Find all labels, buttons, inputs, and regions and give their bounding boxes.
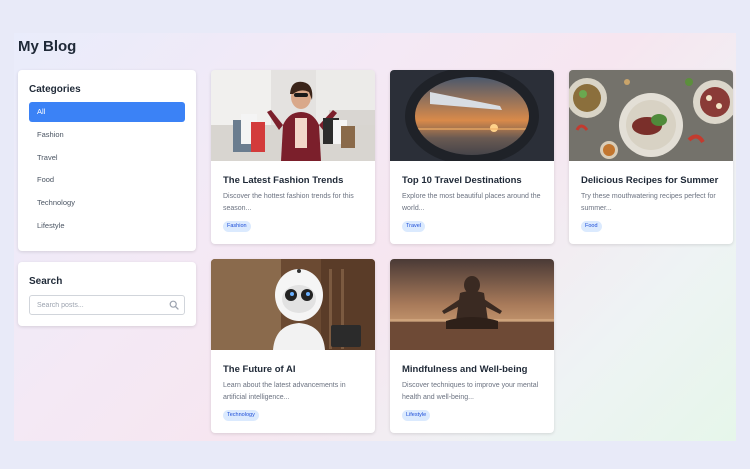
post-title[interactable]: The Latest Fashion Trends: [223, 175, 343, 186]
post-card[interactable]: Top 10 Travel Destinations Explore the m…: [390, 70, 554, 244]
category-item-technology[interactable]: Technology: [29, 193, 185, 213]
post-image[interactable]: [569, 70, 733, 161]
post-card[interactable]: The Future of AI Learn about the latest …: [211, 259, 375, 433]
post-description: Try these mouthwatering recipes perfect …: [581, 193, 716, 212]
category-item-food[interactable]: Food: [29, 170, 185, 190]
post-description: Explore the most beautiful places around…: [402, 193, 541, 212]
post-image[interactable]: [211, 259, 375, 350]
post-title[interactable]: Mindfulness and Well-being: [402, 364, 527, 375]
post-image[interactable]: [390, 259, 554, 350]
post-tag[interactable]: Travel: [402, 221, 426, 232]
post-tag[interactable]: Technology: [223, 410, 259, 421]
search-panel: Search: [18, 262, 196, 326]
post-description: Discover techniques to improve your ment…: [402, 382, 539, 401]
search-title: Search: [29, 276, 63, 287]
post-description: Learn about the latest advancements in a…: [223, 382, 346, 401]
search-input[interactable]: [30, 296, 168, 314]
search-icon[interactable]: [169, 300, 179, 310]
post-title[interactable]: The Future of AI: [223, 364, 295, 375]
search-box: [29, 295, 185, 315]
category-list: All Fashion Travel Food Technology Lifes…: [29, 102, 185, 239]
post-tag[interactable]: Fashion: [223, 221, 251, 232]
post-title[interactable]: Delicious Recipes for Summer: [581, 175, 718, 186]
post-title[interactable]: Top 10 Travel Destinations: [402, 175, 522, 186]
post-image[interactable]: [211, 70, 375, 161]
page-title: My Blog: [18, 38, 77, 55]
post-description: Discover the hottest fashion trends for …: [223, 193, 354, 212]
post-image[interactable]: [390, 70, 554, 161]
categories-title: Categories: [29, 84, 81, 95]
category-item-travel[interactable]: Travel: [29, 148, 185, 168]
categories-panel: Categories All Fashion Travel Food Techn…: [18, 70, 196, 251]
post-tag[interactable]: Food: [581, 221, 602, 232]
post-card[interactable]: Mindfulness and Well-being Discover tech…: [390, 259, 554, 433]
post-card[interactable]: Delicious Recipes for Summer Try these m…: [569, 70, 733, 244]
post-tag[interactable]: Lifestyle: [402, 410, 431, 421]
post-card[interactable]: The Latest Fashion Trends Discover the h…: [211, 70, 375, 244]
category-item-all[interactable]: All: [29, 102, 185, 122]
category-item-lifestyle[interactable]: Lifestyle: [29, 216, 185, 236]
category-item-fashion[interactable]: Fashion: [29, 125, 185, 145]
